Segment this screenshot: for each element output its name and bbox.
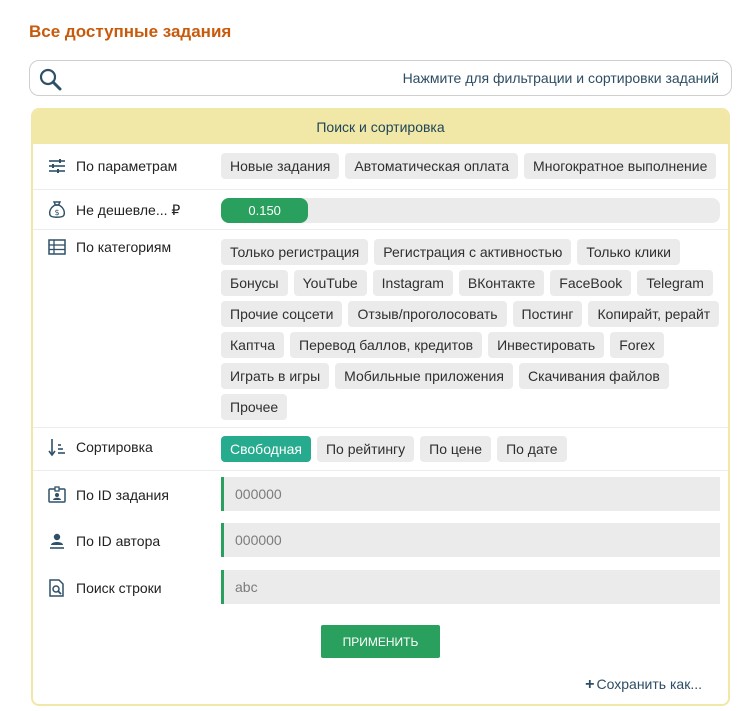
file-search-icon [49, 579, 64, 597]
params-chips: Новые задания Автоматическая оплата Мног… [221, 153, 720, 179]
chip-category[interactable]: YouTube [293, 270, 367, 296]
chip-category[interactable]: Отзыв/проголосовать [348, 301, 507, 327]
sorting-row: Сортировка Свободная По рейтингу По цене… [33, 427, 728, 470]
author-icon [50, 533, 64, 549]
sorting-label-text: Сортировка [76, 439, 153, 455]
filter-bar-text: Нажмите для фильтрации и сортировки зада… [402, 70, 719, 86]
sort-option-free[interactable]: Свободная [221, 436, 311, 462]
sort-option-date[interactable]: По дате [497, 436, 567, 462]
author-id-label-text: По ID автора [76, 533, 161, 549]
chip-category[interactable]: Только клики [577, 239, 680, 265]
sliders-icon [49, 159, 65, 173]
sort-option-rating[interactable]: По рейтингу [316, 436, 415, 462]
params-row: По параметрам Новые задания Автоматическ… [33, 144, 728, 189]
chip-new-tasks[interactable]: Новые задания [221, 153, 340, 179]
chip-category[interactable]: Копирайт, рерайт [588, 301, 720, 327]
chip-category[interactable]: ВКонтакте [458, 270, 545, 296]
id-card-icon [48, 486, 66, 503]
chip-auto-pay[interactable]: Автоматическая оплата [345, 153, 519, 179]
plus-icon: + [585, 676, 595, 693]
price-slider[interactable]: 0.150 [221, 198, 720, 223]
author-id-row: По ID автора [33, 517, 728, 564]
categories-chips: Только регистрация Регистрация с активно… [221, 239, 720, 420]
price-label-text: Не дешевле... ₽ [76, 201, 181, 218]
search-string-row: Поиск строки [33, 564, 728, 611]
params-label: По параметрам [47, 156, 177, 176]
table-icon [48, 239, 66, 255]
chip-category[interactable]: Прочее [221, 394, 288, 420]
price-label: $ Не дешевле... ₽ [47, 200, 180, 220]
chip-category[interactable]: Регистрация с активностью [374, 239, 572, 265]
save-as-text: Сохранить как... [596, 676, 702, 692]
task-id-row: По ID задания [33, 470, 728, 517]
params-label-text: По параметрам [76, 158, 178, 174]
chip-category[interactable]: Постинг [512, 301, 583, 327]
apply-button[interactable]: ПРИМЕНИТЬ [321, 625, 440, 658]
search-string-label-text: Поиск строки [76, 580, 162, 596]
chip-category[interactable]: Прочие соцсети [221, 301, 343, 327]
chip-category[interactable]: Только регистрация [221, 239, 369, 265]
search-string-label: Поиск строки [47, 578, 162, 598]
search-sort-panel: Поиск и сортировка По параметрам Новые з… [31, 108, 730, 706]
categories-label-text: По категориям [76, 239, 172, 255]
categories-label: По категориям [47, 237, 171, 257]
search-string-input[interactable] [221, 570, 720, 604]
categories-row: По категориям Только регистрация Регистр… [33, 229, 728, 427]
sort-option-price[interactable]: По цене [420, 436, 492, 462]
save-as-link[interactable]: + Сохранить как... [585, 676, 702, 694]
chip-category[interactable]: Мобильные приложения [335, 363, 513, 389]
sorting-options: Свободная По рейтингу По цене По дате [221, 436, 720, 462]
chip-category[interactable]: FaceBook [550, 270, 632, 296]
search-icon [39, 68, 62, 91]
svg-text:$: $ [54, 208, 59, 217]
task-id-label-text: По ID задания [76, 487, 169, 503]
chip-category[interactable]: Играть в игры [221, 363, 330, 389]
author-id-input[interactable] [221, 523, 720, 557]
chip-category[interactable]: Instagram [372, 270, 453, 296]
chip-category[interactable]: Telegram [637, 270, 713, 296]
chip-multiple[interactable]: Многократное выполнение [524, 153, 717, 179]
panel-title: Поиск и сортировка [33, 110, 728, 144]
price-row: $ Не дешевле... ₽ 0.150 [33, 189, 728, 229]
money-bag-icon: $ [48, 201, 66, 218]
chip-category[interactable]: Forex [610, 332, 665, 358]
task-id-input[interactable] [221, 477, 720, 511]
chip-category[interactable]: Инвестировать [488, 332, 605, 358]
page-title: Все доступные задания [29, 22, 232, 41]
chip-category[interactable]: Бонусы [221, 270, 288, 296]
filter-bar[interactable]: Нажмите для фильтрации и сортировки зада… [29, 60, 732, 96]
chip-category[interactable]: Скачивания файлов [518, 363, 669, 389]
author-id-label: По ID автора [47, 531, 160, 551]
task-id-label: По ID задания [47, 485, 169, 505]
chip-category[interactable]: Перевод баллов, кредитов [290, 332, 483, 358]
chip-category[interactable]: Каптча [221, 332, 285, 358]
price-slider-fill[interactable]: 0.150 [221, 198, 309, 223]
sorting-label: Сортировка [47, 437, 153, 457]
sort-icon [48, 439, 65, 457]
